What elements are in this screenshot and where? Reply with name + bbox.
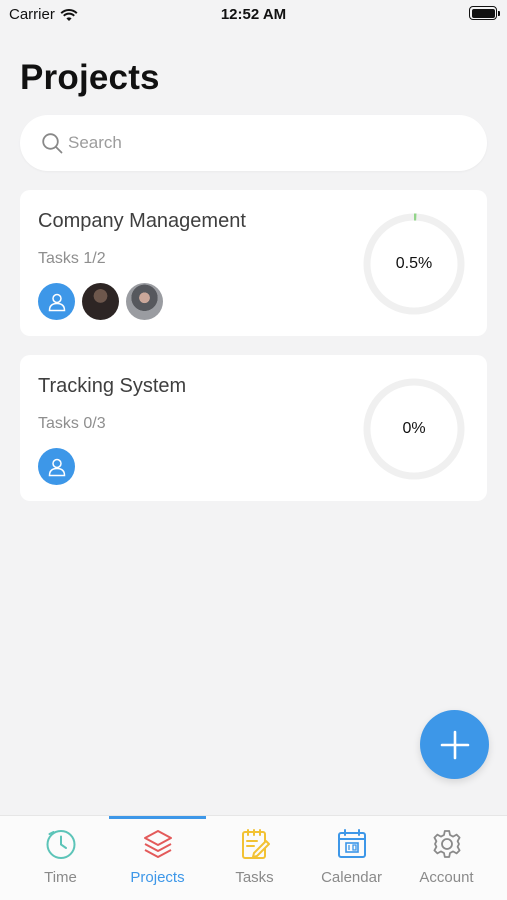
progress-percentage: 0.5%: [395, 255, 433, 272]
member-avatar-photo[interactable]: [126, 283, 163, 320]
tab-label: Calendar: [321, 869, 382, 886]
progress-percentage: 0%: [402, 420, 426, 437]
page-title: Projects: [20, 58, 160, 97]
tab-label: Time: [44, 869, 77, 886]
tab-label: Account: [419, 869, 474, 886]
search-icon: [42, 133, 63, 154]
plus-icon: [440, 730, 469, 759]
status-bar: Carrier 12:52 AM: [0, 0, 507, 30]
project-card-tracking-system[interactable]: Tracking System Tasks 0/3 0%: [20, 355, 487, 501]
layers-icon: [144, 830, 172, 858]
clock-icon: [46, 830, 76, 859]
project-name: Company Management: [38, 210, 246, 232]
tab-label: Projects: [130, 869, 185, 886]
search-bar[interactable]: [20, 115, 487, 171]
tab-time[interactable]: Time: [12, 816, 109, 900]
tab-bar: Time Projects Tasks Calendar Account: [0, 815, 507, 900]
battery-icon: [469, 6, 500, 20]
tab-tasks[interactable]: Tasks: [206, 816, 303, 900]
add-project-button[interactable]: [420, 710, 489, 779]
task-count: Tasks 0/3: [38, 415, 106, 432]
tab-calendar[interactable]: Calendar: [303, 816, 400, 900]
projects-screen: Carrier 12:52 AM Projects Company Manage…: [0, 0, 507, 900]
task-count: Tasks 1/2: [38, 250, 106, 267]
member-avatars: [38, 448, 75, 485]
tab-account[interactable]: Account: [398, 816, 495, 900]
member-avatar-photo[interactable]: [82, 283, 119, 320]
status-time: 12:52 AM: [220, 6, 287, 23]
calendar-icon: [338, 829, 366, 858]
member-avatars: [38, 283, 163, 320]
notepad-icon: [242, 829, 270, 859]
search-input[interactable]: [68, 115, 468, 171]
gear-icon: [433, 830, 461, 858]
default-avatar-icon[interactable]: [38, 448, 75, 485]
tab-projects[interactable]: Projects: [109, 816, 206, 900]
project-card-company-management[interactable]: Company Management Tasks 1/2 0.5%: [20, 190, 487, 336]
project-name: Tracking System: [38, 375, 187, 397]
default-avatar-icon[interactable]: [38, 283, 75, 320]
tab-label: Tasks: [235, 869, 274, 886]
